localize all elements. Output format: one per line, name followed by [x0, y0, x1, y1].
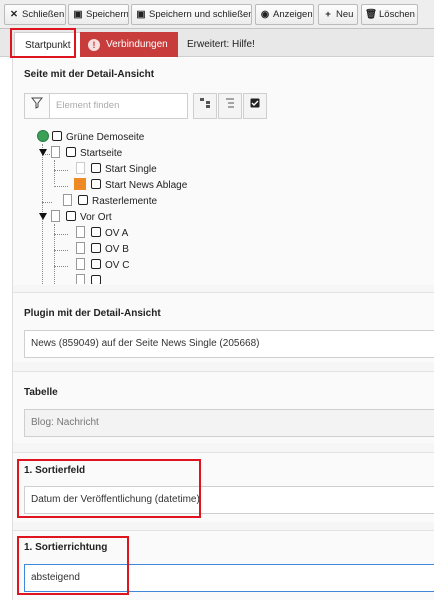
detail-page-label: Seite mit der Detail-Ansicht	[24, 69, 155, 80]
trash-icon: 🗑	[365, 9, 378, 20]
table-label: Tabelle	[24, 387, 58, 398]
tree-item-startseite[interactable]: Startseite	[39, 146, 122, 162]
globe-icon	[37, 130, 49, 142]
tree-checkbox[interactable]	[91, 243, 101, 253]
page-icon	[76, 258, 85, 270]
view-button[interactable]: ◉ Anzeigen	[255, 4, 314, 25]
toolbar: ✕ Schließen ▣ Speichern ▣ Speichern und sch…	[0, 0, 434, 29]
page-icon	[51, 146, 60, 158]
tree-item-partial	[76, 274, 105, 284]
sort-field-select[interactable]: Datum der Veröffentlichung (datetime)	[24, 486, 434, 514]
tab-startpunkt[interactable]: Startpunkt	[14, 32, 82, 57]
tree-checkbox[interactable]	[66, 211, 76, 221]
close-icon: ✕	[10, 9, 18, 20]
sort-direction-section: 1. Sortierrichtung absteigend	[13, 530, 434, 600]
page-icon	[76, 274, 85, 284]
page-icon	[76, 162, 85, 174]
page-tree: Grüne Demoseite Startseite Start Single …	[24, 130, 434, 284]
tree-check-icon[interactable]	[243, 93, 267, 119]
tab-bar: Startpunkt ! Verbindungen Erweitert: Hilf…	[0, 29, 434, 57]
tree-item-start-single[interactable]: Start Single	[76, 162, 157, 178]
tree-item-root[interactable]: Grüne Demoseite	[37, 130, 144, 146]
plus-icon: +	[325, 9, 331, 20]
tree-checkbox[interactable]	[91, 163, 101, 173]
expand-arrow-icon[interactable]	[39, 149, 47, 156]
page-icon	[63, 194, 72, 206]
tree-checkbox[interactable]	[52, 131, 62, 141]
tree-checkbox[interactable]	[91, 259, 101, 269]
table-section: Tabelle Blog: Nachricht	[13, 371, 434, 443]
tree-checkbox[interactable]	[78, 195, 88, 205]
expand-arrow-icon[interactable]	[39, 213, 47, 220]
page-icon	[76, 226, 85, 238]
plugin-label: Plugin mit der Detail-Ansicht	[24, 308, 161, 319]
tree-filter-input[interactable]: Element finden	[49, 93, 188, 119]
form-content: Seite mit der Detail-Ansicht Element fin…	[12, 58, 434, 600]
delete-button[interactable]: 🗑 Löschen	[361, 4, 418, 25]
tree-item-start-news-ablage[interactable]: Start News Ablage	[74, 178, 187, 194]
tree-item-ov-c[interactable]: OV C	[76, 258, 129, 274]
tree-checkbox	[91, 275, 101, 284]
page-icon	[51, 210, 60, 222]
tree-list-icon[interactable]	[218, 93, 242, 119]
save-button[interactable]: ▣ Speichern	[68, 4, 129, 25]
floppy-icon: ▣	[73, 9, 83, 20]
sort-field-section: 1. Sortierfeld Datum der Veröffentlichun…	[13, 452, 434, 522]
tree-item-ov-a[interactable]: OV A	[76, 226, 128, 242]
tree-checkbox[interactable]	[91, 179, 101, 189]
close-button[interactable]: ✕ Schließen	[4, 4, 66, 25]
tree-expand-icon[interactable]	[193, 93, 217, 119]
tree-item-vor-ort[interactable]: Vor Ort	[39, 210, 112, 226]
plugin-select[interactable]: News (859049) auf der Seite News Single …	[24, 330, 434, 358]
page-icon	[76, 242, 85, 254]
tab-erweitert[interactable]: Erweitert: Hilfe!	[179, 32, 263, 57]
new-button[interactable]: + Neu	[318, 4, 358, 25]
tree-item-ov-b[interactable]: OV B	[76, 242, 129, 258]
sort-direction-select[interactable]: absteigend	[24, 564, 434, 592]
tab-verbindungen[interactable]: ! Verbindungen	[80, 32, 178, 57]
error-icon: !	[88, 39, 100, 51]
floppy-close-icon: ▣	[136, 9, 146, 20]
sort-direction-label: 1. Sortierrichtung	[24, 542, 108, 553]
plugin-section: Plugin mit der Detail-Ansicht News (8590…	[13, 292, 434, 362]
table-field: Blog: Nachricht	[24, 409, 434, 437]
folder-news-icon	[74, 178, 86, 190]
tree-checkbox[interactable]	[66, 147, 76, 157]
save-and-close-button[interactable]: ▣ Speichern und schließen	[131, 4, 252, 25]
tree-item-rasterlemente[interactable]: Rasterlemente	[63, 194, 157, 210]
sort-field-label: 1. Sortierfeld	[24, 465, 86, 476]
tree-checkbox[interactable]	[91, 227, 101, 237]
filter-icon[interactable]	[24, 93, 50, 119]
eye-icon: ◉	[260, 9, 270, 20]
